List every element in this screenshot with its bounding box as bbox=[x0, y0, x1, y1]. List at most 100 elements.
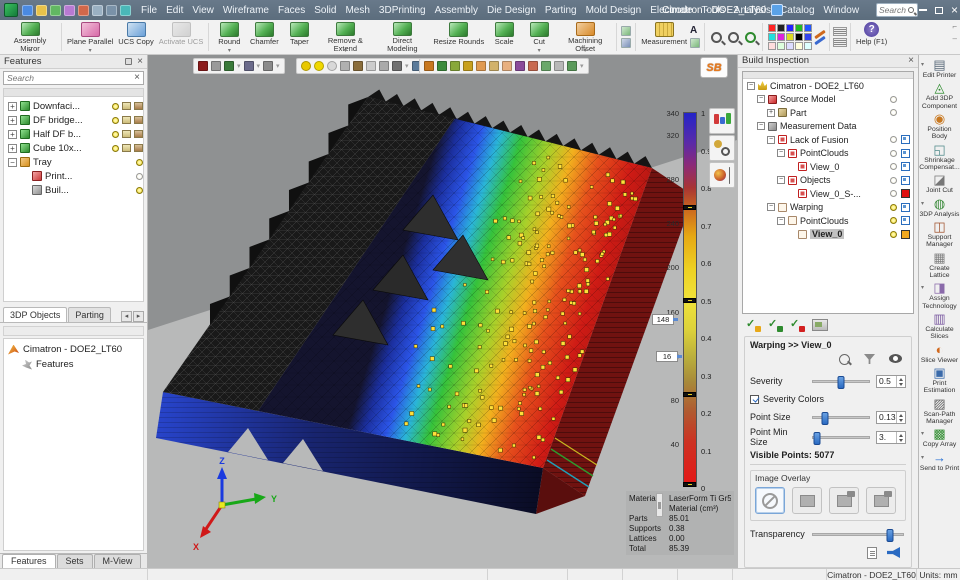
menu-item[interactable]: Mold Design bbox=[586, 5, 642, 16]
menu-item[interactable]: Die Design bbox=[487, 5, 536, 16]
doc-features-row[interactable]: Features bbox=[4, 357, 143, 372]
colorbar-marker[interactable] bbox=[683, 298, 696, 303]
text-tool-icon[interactable]: A bbox=[690, 26, 700, 36]
delete-view-button[interactable]: ✓ bbox=[790, 319, 804, 331]
ucs-custom-icon[interactable] bbox=[567, 61, 577, 71]
close-button[interactable]: × bbox=[951, 4, 958, 16]
print-icon[interactable] bbox=[78, 5, 89, 16]
create-lattice-button[interactable]: ▦Create Lattice bbox=[919, 250, 960, 281]
point-min-size-slider[interactable] bbox=[812, 436, 870, 439]
color-swatch[interactable] bbox=[901, 189, 910, 198]
visibility-bulb-icon[interactable] bbox=[890, 190, 897, 197]
auto-color-badge[interactable] bbox=[901, 162, 910, 171]
menu-item[interactable]: View bbox=[192, 5, 214, 16]
delete-selection-icon[interactable] bbox=[198, 61, 208, 71]
ucs-front-icon[interactable] bbox=[450, 61, 460, 71]
ribbon-collapse[interactable]: ⌐– bbox=[952, 22, 957, 43]
tab-m-view[interactable]: M-View bbox=[94, 554, 142, 568]
tab-sets[interactable]: Sets bbox=[57, 554, 93, 568]
color-swatch[interactable] bbox=[804, 24, 812, 32]
shrinkage-compensat-button[interactable]: ◱Shrinkage Compensat... bbox=[919, 142, 960, 173]
color-swatch[interactable] bbox=[777, 42, 785, 50]
visibility-bulb-icon[interactable] bbox=[112, 131, 119, 138]
maximize-button[interactable] bbox=[935, 7, 943, 14]
joint-cut-button[interactable]: ◪Joint Cut bbox=[919, 172, 960, 195]
visibility-bulb-icon[interactable] bbox=[136, 159, 143, 166]
ucs-iso-icon[interactable] bbox=[476, 61, 486, 71]
menu-item[interactable]: Mesh bbox=[345, 5, 369, 16]
snapshot-button[interactable] bbox=[812, 319, 828, 331]
tree-row[interactable]: −Cimatron - DOE2_LT60 bbox=[743, 79, 913, 93]
copy-array-button[interactable]: ▾▩Copy Array bbox=[919, 426, 960, 449]
catalog-browser-icon[interactable] bbox=[120, 5, 131, 16]
tree-row[interactable]: −Source Model bbox=[743, 92, 913, 106]
visibility-bulb-icon[interactable] bbox=[890, 217, 897, 224]
color-swatch[interactable] bbox=[804, 33, 812, 41]
material-value[interactable]: LaserForm Ti Gr5 (A)_Sv6 bbox=[669, 494, 731, 503]
doc-root-row[interactable]: Cimatron - DOE2_LT60 bbox=[4, 342, 143, 357]
tree-row[interactable]: −Measurement Data bbox=[743, 119, 913, 133]
undo-icon[interactable] bbox=[92, 5, 103, 16]
tree-row[interactable]: +Part bbox=[743, 106, 913, 120]
ucs-copy-button[interactable]: UCS Copy bbox=[116, 21, 155, 53]
assembly-mirror-button[interactable]: Assembly Mirror bbox=[2, 21, 58, 53]
bulb-off-icon[interactable] bbox=[327, 61, 337, 71]
ucs-pan-icon[interactable] bbox=[502, 61, 512, 71]
bulb-on-icon[interactable] bbox=[301, 61, 311, 71]
bulb-all-icon[interactable] bbox=[314, 61, 324, 71]
direct-modeling-button[interactable]: Direct Modeling bbox=[374, 21, 430, 53]
ucs-zoom-icon[interactable] bbox=[515, 61, 525, 71]
spin-down-icon[interactable] bbox=[897, 437, 905, 443]
taper-button[interactable]: Taper bbox=[282, 21, 316, 53]
color-swatch[interactable] bbox=[786, 42, 794, 50]
spin-down-icon[interactable] bbox=[897, 381, 905, 387]
features-search-input[interactable]: × bbox=[3, 71, 144, 85]
colorbar-callout-top[interactable]: 148 bbox=[652, 314, 674, 325]
machining-offset-button[interactable]: Machining Offset bbox=[557, 21, 613, 53]
severity-spinbox[interactable]: 0.5 bbox=[876, 375, 906, 388]
color-swatch[interactable] bbox=[768, 42, 776, 50]
visibility-bulb-icon[interactable] bbox=[890, 177, 897, 184]
pin-icon[interactable] bbox=[125, 58, 132, 65]
color-swatch[interactable] bbox=[777, 33, 785, 41]
color-swatch[interactable] bbox=[786, 24, 794, 32]
remove-extend-button[interactable]: Remove & Extend bbox=[317, 21, 373, 53]
material-scrollbar[interactable] bbox=[656, 493, 663, 517]
shade-icon[interactable] bbox=[353, 61, 363, 71]
visibility-bulb-icon[interactable] bbox=[890, 150, 897, 157]
visibility-bulb-icon[interactable] bbox=[890, 231, 897, 238]
color-swatch[interactable] bbox=[795, 24, 803, 32]
transparency-slider[interactable] bbox=[812, 533, 904, 536]
visibility-bulb-icon[interactable] bbox=[890, 109, 897, 116]
wireframe-icon[interactable] bbox=[366, 61, 376, 71]
auto-color-badge[interactable] bbox=[901, 135, 910, 144]
color-swatch[interactable] bbox=[901, 230, 910, 239]
color-swatch[interactable] bbox=[768, 24, 776, 32]
auto-color-badge[interactable] bbox=[901, 203, 910, 212]
selection-box-icon[interactable] bbox=[263, 61, 273, 71]
visibility-bulb-icon[interactable] bbox=[890, 136, 897, 143]
tree-row[interactable]: −PointClouds bbox=[743, 146, 913, 160]
zoom-selected-icon[interactable] bbox=[745, 32, 756, 43]
annotation-tool-icon[interactable] bbox=[690, 38, 700, 48]
calculate-slices-button[interactable]: ▥Calculate Slices bbox=[919, 311, 960, 342]
zoom-in-icon[interactable] bbox=[711, 32, 722, 43]
visibility-bulb-icon[interactable] bbox=[136, 173, 143, 180]
redo-icon[interactable] bbox=[106, 5, 117, 16]
export-report-icon[interactable] bbox=[867, 547, 877, 559]
menu-item[interactable]: Catalog bbox=[780, 5, 814, 16]
tree-row[interactable]: + DF bridge... bbox=[4, 113, 143, 127]
overlay-camera-1-button[interactable] bbox=[829, 487, 859, 514]
tree-row[interactable]: + Cube 10x... bbox=[4, 141, 143, 155]
auto-color-badge[interactable] bbox=[901, 176, 910, 185]
menu-item[interactable]: Window bbox=[824, 5, 860, 16]
axes-tool-icon[interactable] bbox=[621, 38, 631, 48]
clear-search-icon[interactable]: × bbox=[134, 73, 140, 83]
cut-button[interactable]: Cut bbox=[522, 21, 556, 53]
point-size-slider[interactable] bbox=[812, 416, 870, 419]
tab-parting[interactable]: Parting bbox=[68, 307, 111, 322]
transparency-icon[interactable] bbox=[379, 61, 389, 71]
ucs-top-icon[interactable] bbox=[437, 61, 447, 71]
point-min-size-spinbox[interactable]: 3. bbox=[876, 431, 906, 444]
visibility-eye-icon[interactable] bbox=[889, 354, 902, 363]
